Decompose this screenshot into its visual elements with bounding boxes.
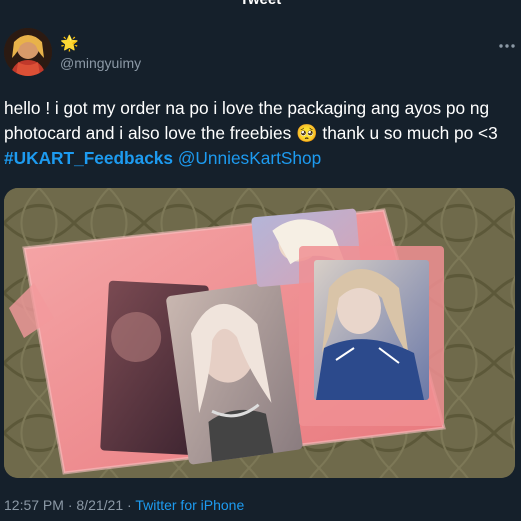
page-title: Tweet [0, 0, 521, 8]
tweet-photo[interactable] [4, 188, 515, 478]
tweet-meta: 12:57 PM · 8/21/21 · Twitter for iPhone [4, 497, 244, 513]
mention-link[interactable]: @UnniesKartShop [178, 148, 321, 168]
tweet-detail-view: Tweet 🌟 @mingyuimy hello ! i got my orde… [0, 0, 521, 521]
more-options-icon[interactable] [498, 37, 516, 48]
tweet-time[interactable]: 12:57 PM [4, 497, 64, 513]
avatar[interactable] [4, 28, 52, 76]
hashtag-link[interactable]: #UKART_Feedbacks [4, 148, 173, 168]
tweet-text-part: thank u so much po <3 [317, 123, 498, 143]
pleading-face-emoji: 🥺 [296, 123, 318, 143]
meta-separator: · [63, 497, 77, 513]
tweet-text: hello ! i got my order na po i love the … [4, 96, 518, 171]
author-handle[interactable]: @mingyuimy [60, 55, 141, 71]
tweet-source-link[interactable]: Twitter for iPhone [135, 497, 244, 513]
tweet-date[interactable]: 8/21/21 [76, 497, 123, 513]
photocards-photo-icon [4, 188, 515, 478]
author-display-name[interactable]: 🌟 [60, 34, 79, 52]
profile-avatar-icon [4, 28, 52, 76]
meta-separator: · [123, 497, 136, 513]
